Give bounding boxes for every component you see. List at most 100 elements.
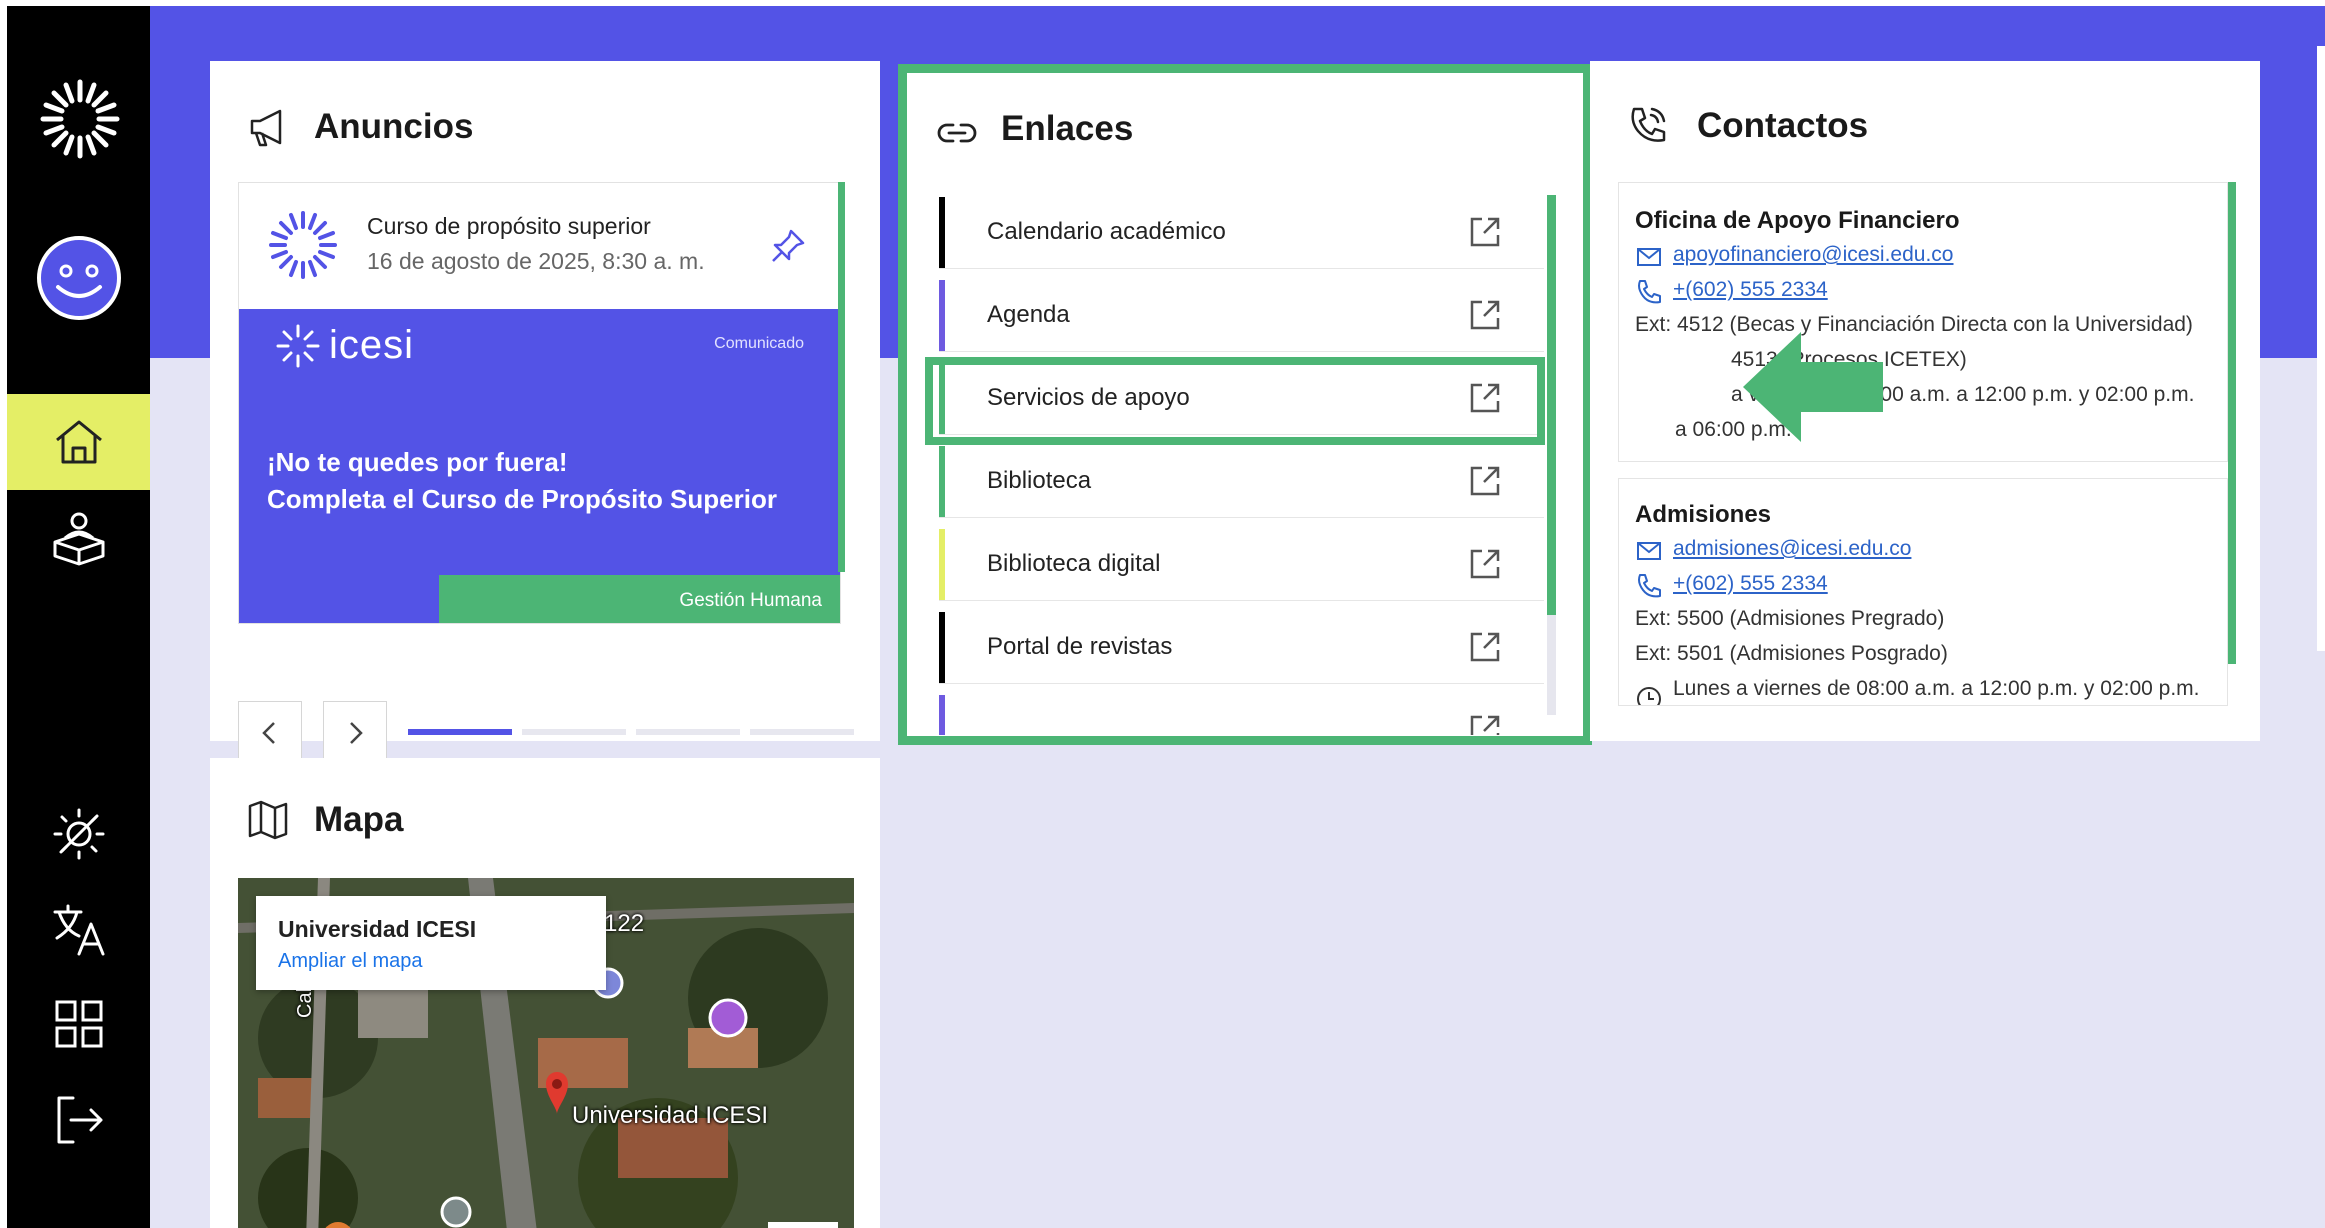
link-label: Portal de revistas: [987, 633, 1173, 660]
contact-hours: Lunes a viernes de 08:00 a.m. a 12:00 p.…: [1673, 677, 2200, 700]
carousel-dot[interactable]: [408, 729, 512, 735]
link-item[interactable]: Biblioteca digital: [939, 529, 1544, 601]
link-item[interactable]: Portal de revistas: [939, 612, 1544, 684]
translate-button[interactable]: [7, 882, 150, 978]
nav-home[interactable]: [7, 394, 150, 490]
contact-ext: Ext: 5500 (Admisiones Pregrado): [1635, 607, 1945, 630]
links-scroll-thumb[interactable]: [1547, 195, 1556, 615]
external-link-icon[interactable]: [1468, 464, 1502, 498]
map-card: Mapa Universidad ICESI 122 Universidad I…: [210, 758, 880, 1228]
phone-call-icon: [1631, 107, 1666, 142]
carousel-dot[interactable]: [750, 729, 854, 735]
sidebar: [7, 6, 150, 1228]
carousel-next-button[interactable]: [323, 701, 387, 765]
map-title: Mapa: [314, 800, 404, 839]
contact-name: Admisiones: [1635, 501, 1772, 528]
main-area: Anuncios Curso de propósito superior 16 …: [150, 6, 2325, 1228]
banner-line-1: ¡No te quedes por fuera!: [267, 447, 568, 477]
link-item[interactable]: Agenda: [939, 280, 1544, 352]
link-color-bar: [939, 280, 945, 351]
clock-icon: [1637, 687, 1661, 705]
map-popup: Universidad ICESI Ampliar el mapa: [256, 896, 606, 990]
page-scrollbar[interactable]: [2317, 46, 2325, 651]
mail-icon: [1637, 542, 1661, 560]
mail-icon: [1637, 248, 1661, 266]
icesi-logo-icon: [276, 324, 320, 368]
banner-footer-bar: Gestión Humana: [439, 575, 840, 623]
banner-line-2: Completa el Curso de Propósito Superior: [267, 484, 777, 514]
link-label: Biblioteca: [987, 467, 1092, 494]
link-color-bar: [939, 612, 945, 683]
link-color-bar: [939, 695, 945, 735]
phone-icon: [1638, 280, 1661, 304]
home-icon: [55, 420, 102, 464]
carousel-dot[interactable]: [522, 729, 626, 735]
external-link-icon[interactable]: [1468, 215, 1502, 249]
map-view[interactable]: Universidad ICESI 122 Calle 1 Universida…: [238, 878, 854, 1228]
announcement-banner: icesi Comunicado ¡No te quedes por fuera…: [239, 309, 840, 623]
announcement-header: Curso de propósito superior 16 de agosto…: [239, 183, 840, 309]
theme-toggle-button[interactable]: [7, 786, 150, 882]
contact-ext: Ext: 5501 (Admisiones Posgrado): [1635, 642, 1948, 665]
link-label: Biblioteca digital: [987, 550, 1161, 577]
announcements-title: Anuncios: [314, 107, 474, 146]
contacts-scroll-thumb[interactable]: [2228, 182, 2236, 664]
announcement-date: 16 de agosto de 2025, 8:30 a. m.: [367, 248, 705, 274]
link-color-bar: [939, 446, 945, 517]
link-label: Calendario académico: [987, 218, 1226, 245]
sunburst-logo-icon[interactable]: [37, 76, 123, 162]
announcement-heading: Curso de propósito superior: [367, 213, 651, 239]
megaphone-icon: [250, 109, 282, 147]
external-link-icon[interactable]: [1468, 713, 1502, 735]
apps-button[interactable]: [7, 976, 150, 1072]
map-pin-label: Universidad ICESI: [572, 1102, 769, 1129]
link-item[interactable]: Calendario académico: [939, 197, 1544, 269]
announcement-scrollbar[interactable]: [838, 182, 845, 572]
link-item[interactable]: Biblioteca: [939, 446, 1544, 518]
contact-name: Oficina de Apoyo Financiero: [1635, 207, 1960, 234]
enlarge-map-link[interactable]: Ampliar el mapa: [278, 950, 423, 973]
contact-card: Admisiones admisiones@icesi.edu.co +(602…: [1618, 478, 2228, 706]
external-link-icon[interactable]: [1468, 547, 1502, 581]
link-label: Agenda: [987, 301, 1070, 328]
contact-card: Oficina de Apoyo Financiero apoyofinanci…: [1618, 182, 2228, 462]
chevron-left-icon: [262, 722, 275, 744]
phone-icon: [1638, 574, 1661, 598]
student-box-icon: [53, 512, 104, 566]
logout-icon: [57, 1096, 102, 1144]
contact-email[interactable]: apoyofinanciero@icesi.edu.co: [1673, 243, 1954, 267]
links-card: Enlaces Calendario académico Agenda Serv…: [898, 64, 1592, 745]
theme-toggle-icon: [53, 808, 104, 860]
nav-student[interactable]: [7, 490, 150, 586]
announcement-logo-icon: [269, 211, 337, 279]
link-color-bar: [939, 529, 945, 600]
contact-phone[interactable]: +(602) 555 2334: [1673, 572, 1828, 596]
carousel-prev-button[interactable]: [238, 701, 302, 765]
chevron-right-icon: [350, 722, 363, 744]
announcement-item[interactable]: Curso de propósito superior 16 de agosto…: [238, 182, 841, 624]
app-root: Anuncios Curso de propósito superior 16 …: [0, 0, 2325, 1228]
contacts-title: Contactos: [1697, 106, 1869, 145]
pin-icon[interactable]: [769, 227, 807, 265]
pointer-arrow-icon: [1743, 332, 1883, 442]
map-route-label: 122: [604, 910, 645, 937]
logout-button[interactable]: [7, 1072, 150, 1168]
contact-email[interactable]: admisiones@icesi.edu.co: [1673, 537, 1911, 561]
links-title: Enlaces: [1001, 109, 1134, 148]
link-chain-icon: [937, 123, 977, 143]
link-color-bar: [939, 197, 945, 268]
contact-ext: Ext: 4512 (Becas y Financiación Directa …: [1635, 313, 2193, 336]
contact-phone[interactable]: +(602) 555 2334: [1673, 278, 1828, 302]
external-link-icon[interactable]: [1468, 630, 1502, 664]
announcements-card: Anuncios Curso de propósito superior 16 …: [210, 61, 880, 765]
carousel-dot[interactable]: [636, 729, 740, 735]
banner-footer-text: Gestión Humana: [679, 590, 822, 611]
map-icon: [248, 800, 288, 840]
map-popup-title: Universidad ICESI: [278, 916, 477, 942]
highlight-box: [925, 357, 1545, 445]
icesi-brand: icesi: [329, 323, 415, 367]
banner-tag: Comunicado: [714, 335, 804, 352]
external-link-icon[interactable]: [1468, 298, 1502, 332]
link-item-partial[interactable]: [939, 695, 1544, 735]
smiley-avatar-icon[interactable]: [36, 235, 122, 321]
